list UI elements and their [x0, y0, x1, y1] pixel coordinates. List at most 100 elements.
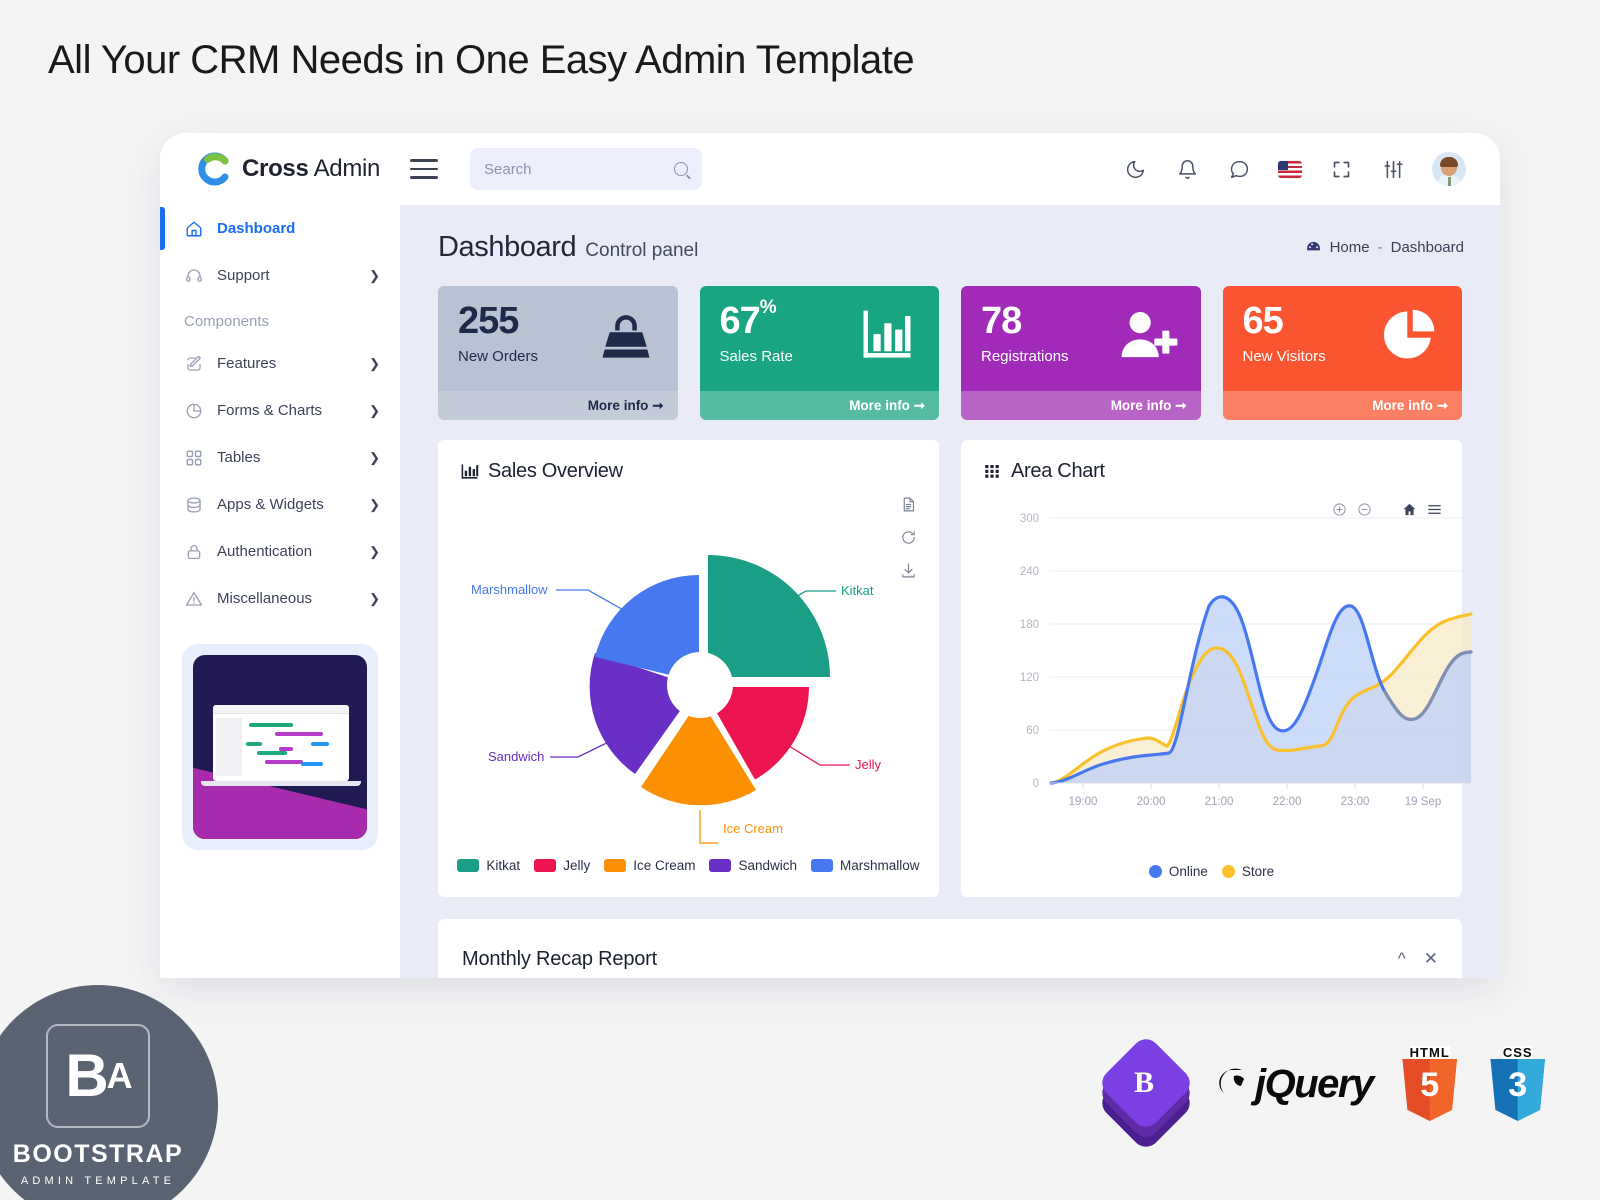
- legend-item[interactable]: Sandwich: [709, 858, 797, 873]
- legend-item[interactable]: Online: [1148, 864, 1208, 879]
- more-info-link[interactable]: More info ➞: [961, 391, 1201, 420]
- breadcrumb-current: Dashboard: [1390, 239, 1464, 256]
- y-tick-120: 120: [1020, 672, 1039, 684]
- legend-item[interactable]: Kitkat: [457, 858, 520, 873]
- css3-logo-top: CSS: [1502, 1045, 1533, 1060]
- breadcrumb-home[interactable]: Home: [1330, 239, 1370, 256]
- tech-logos: B jQuery HTML 5 CSS 3: [1096, 1033, 1549, 1153]
- ba-mark-sub: A: [106, 1054, 133, 1096]
- sidebar-promo-card[interactable]: [182, 644, 378, 850]
- panel-title-text: Area Chart: [1011, 460, 1105, 482]
- sales-overview-title: Sales Overview: [438, 440, 939, 483]
- sidebar-item-features[interactable]: Features ❯: [160, 340, 400, 387]
- jquery-logo: jQuery: [1218, 1061, 1374, 1107]
- pie-icon: [1374, 302, 1446, 368]
- monthly-recap-actions: ^ ✕: [1398, 949, 1438, 969]
- area-chart-legend: Online Store: [961, 864, 1462, 879]
- sidebar-item-forms-charts[interactable]: Forms & Charts ❯: [160, 387, 400, 434]
- y-tick-300: 300: [1020, 513, 1039, 525]
- brand-name-bold: Cross: [242, 155, 309, 182]
- sidebar-item-label: Support: [217, 267, 270, 284]
- search-input[interactable]: Search: [470, 148, 702, 190]
- stat-card-new-visitors[interactable]: 65 New Visitors More info ➞: [1222, 286, 1462, 420]
- sidebar-item-label: Authentication: [217, 543, 313, 560]
- search-placeholder: Search: [484, 160, 532, 178]
- legend-item[interactable]: Ice Cream: [604, 858, 695, 873]
- moon-icon[interactable]: [1122, 156, 1148, 182]
- sidebar-item-label: Dashboard: [217, 220, 296, 237]
- legend-item[interactable]: Store: [1221, 864, 1274, 879]
- sidebar-item-authentication[interactable]: Authentication ❯: [160, 528, 400, 575]
- cross-admin-logo-icon: [198, 152, 232, 186]
- jquery-swoosh-icon: [1219, 1068, 1244, 1093]
- panel-title-text: Sales Overview: [488, 460, 623, 482]
- sidebar-item-tables[interactable]: Tables ❯: [160, 434, 400, 481]
- stat-cards: 255 New Orders More info ➞ 67% Sales Rat…: [400, 264, 1500, 420]
- sidebar-item-dashboard[interactable]: Dashboard: [160, 205, 400, 252]
- legend-item[interactable]: Marshmallow: [811, 858, 920, 873]
- collapse-icon[interactable]: ^: [1398, 949, 1406, 969]
- x-tick-19sep: 19 Sep: [1405, 796, 1441, 808]
- sales-overview-legend: Kitkat Jelly Ice Cream Sandwich Marshmal…: [438, 858, 939, 873]
- lock-icon: [184, 542, 203, 561]
- html5-logo: HTML 5: [1399, 1046, 1461, 1122]
- x-tick-1900: 19:00: [1069, 796, 1098, 808]
- poster: All Your CRM Needs in One Easy Admin Tem…: [0, 0, 1600, 1200]
- stat-card-new-orders[interactable]: 255 New Orders More info ➞: [438, 286, 678, 420]
- chat-icon[interactable]: [1226, 156, 1252, 182]
- menu-toggle-icon[interactable]: [410, 159, 438, 179]
- chevron-right-icon: ❯: [369, 496, 380, 512]
- page-title: All Your CRM Needs in One Easy Admin Tem…: [48, 38, 915, 82]
- promo-illustration: [193, 655, 367, 839]
- more-info-link[interactable]: More info ➞: [699, 391, 939, 420]
- app-window: Cross Admin Search Dashboard Support ❯ C…: [160, 133, 1500, 978]
- brand-logo-group[interactable]: Cross Admin: [160, 152, 400, 186]
- sidebar-item-apps-widgets[interactable]: Apps & Widgets ❯: [160, 481, 400, 528]
- x-tick-2000: 20:00: [1137, 796, 1166, 808]
- area-chart-panel: Area Chart 300 240 180 120 60 0 19:00 20…: [961, 440, 1473, 897]
- area-chart-title: Area Chart: [961, 440, 1462, 483]
- more-info-link[interactable]: More info ➞: [438, 391, 678, 420]
- sidebar-item-label: Apps & Widgets: [217, 496, 324, 513]
- chevron-right-icon: ❯: [369, 355, 380, 371]
- y-tick-0: 0: [1033, 778, 1039, 790]
- user-plus-icon: [1113, 302, 1185, 368]
- pie-chart-icon: [184, 401, 203, 420]
- monthly-recap-title: Monthly Recap Report: [462, 947, 657, 970]
- content-title: Dashboard: [438, 231, 577, 263]
- pie-label-ice-cream: Ice Cream: [723, 821, 783, 836]
- y-tick-180: 180: [1020, 619, 1039, 631]
- legend-item[interactable]: Jelly: [534, 858, 590, 873]
- fullscreen-icon[interactable]: [1328, 156, 1354, 182]
- sidebar-item-miscellaneous[interactable]: Miscellaneous ❯: [160, 575, 400, 622]
- top-navbar: Cross Admin Search: [160, 133, 1500, 205]
- stat-card-sales-rate[interactable]: 67% Sales Rate More info ➞: [699, 286, 939, 420]
- chevron-right-icon: ❯: [369, 543, 380, 559]
- x-tick-2100: 21:00: [1205, 796, 1234, 808]
- bar-chart-icon: [851, 302, 923, 368]
- chevron-right-icon: ❯: [369, 449, 380, 465]
- chart-panels: Sales Overview Kitkat Jelly Ice Cream Sa…: [400, 420, 1500, 897]
- stat-card-registrations[interactable]: 78 Registrations More info ➞: [961, 286, 1201, 420]
- sidebar-item-label: Forms & Charts: [217, 402, 323, 419]
- bag-icon: [590, 302, 662, 368]
- bootstrap-admin-badge: BA BOOTSTRAP ADMIN TEMPLATE: [0, 985, 218, 1200]
- sidebar-item-support[interactable]: Support ❯: [160, 252, 400, 299]
- sales-overview-pie-chart: Kitkat Jelly Ice Cream Sandwich Marshmal…: [471, 555, 882, 844]
- bar-chart-icon: [460, 462, 479, 481]
- jquery-logo-text: jQuery: [1255, 1061, 1374, 1106]
- bell-icon[interactable]: [1174, 156, 1200, 182]
- breadcrumb: Home - Dashboard: [1305, 239, 1464, 256]
- flag-us-icon[interactable]: [1278, 160, 1302, 178]
- breadcrumb-separator: -: [1377, 239, 1383, 256]
- close-icon[interactable]: ✕: [1424, 949, 1438, 969]
- avatar[interactable]: [1432, 152, 1466, 186]
- chevron-right-icon: ❯: [369, 402, 380, 418]
- sliders-icon[interactable]: [1380, 156, 1406, 182]
- home-icon: [184, 219, 203, 238]
- badge-line-1: BOOTSTRAP: [12, 1139, 184, 1168]
- more-info-link[interactable]: More info ➞: [1222, 391, 1462, 420]
- sidebar-section-label: Components: [184, 313, 270, 330]
- brand-name-light: Admin: [308, 155, 381, 182]
- x-tick-2300: 23:00: [1341, 796, 1370, 808]
